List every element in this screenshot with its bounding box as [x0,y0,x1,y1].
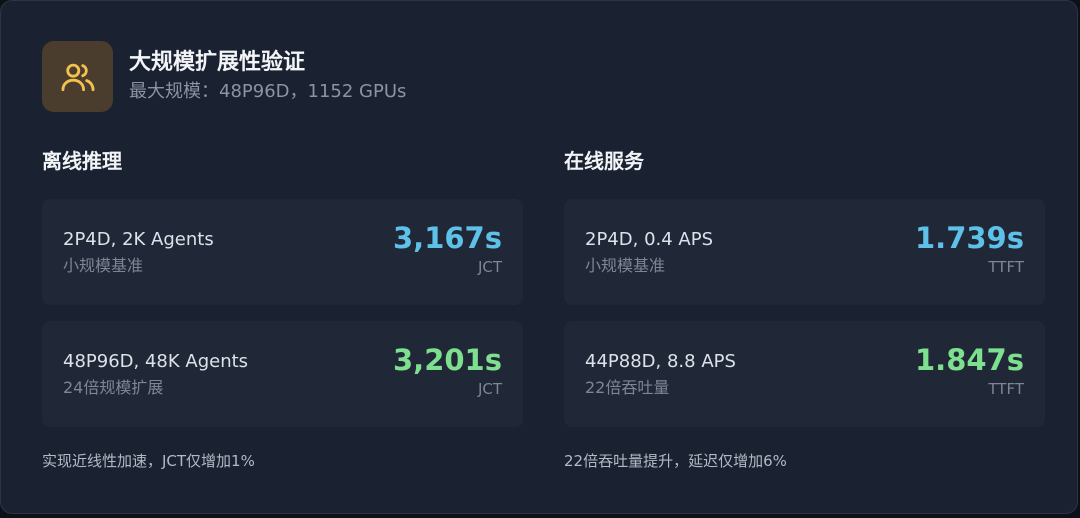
metric-sublabel: 24倍规模扩展 [63,378,164,397]
online-note: 22倍吞吐量提升，延迟仅增加6% [564,452,787,470]
online-section-title: 在线服务 [564,149,644,173]
offline-section-title: 离线推理 [42,149,122,173]
metric-unit: TTFT [988,258,1024,276]
metric-unit: JCT [477,258,502,276]
scalability-card: 大规模扩展性验证 最大规模：48P96D，1152 GPUs 离线推理 2P4D… [0,0,1078,514]
online-baseline-metric: 2P4D, 0.4 APS 小规模基准 1.739s TTFT [564,199,1045,305]
metric-value: 1.847s [915,343,1024,377]
metric-sublabel: 22倍吞吐量 [585,378,670,397]
metric-sublabel: 小规模基准 [585,256,666,275]
metric-label: 2P4D, 0.4 APS [585,229,714,250]
card-subtitle: 最大规模：48P96D，1152 GPUs [129,81,407,102]
card-header: 大规模扩展性验证 最大规模：48P96D，1152 GPUs [42,41,406,112]
metric-value: 3,201s [393,343,502,377]
users-icon [61,63,94,91]
metric-label: 48P96D, 48K Agents [63,351,249,372]
metric-value: 3,167s [393,221,502,255]
metric-value: 1.739s [915,221,1024,255]
card-title: 大规模扩展性验证 [129,50,306,75]
metric-sublabel: 小规模基准 [63,256,144,275]
offline-note: 实现近线性加速，JCT仅增加1% [42,452,255,470]
metric-unit: TTFT [988,380,1024,398]
metric-label: 44P88D, 8.8 APS [585,351,736,372]
offline-scaled-metric: 48P96D, 48K Agents 24倍规模扩展 3,201s JCT [42,321,523,427]
offline-baseline-metric: 2P4D, 2K Agents 小规模基准 3,167s JCT [42,199,523,305]
metric-label: 2P4D, 2K Agents [63,229,214,250]
icon-container [42,41,113,112]
metric-unit: JCT [477,380,502,398]
online-scaled-metric: 44P88D, 8.8 APS 22倍吞吐量 1.847s TTFT [564,321,1045,427]
